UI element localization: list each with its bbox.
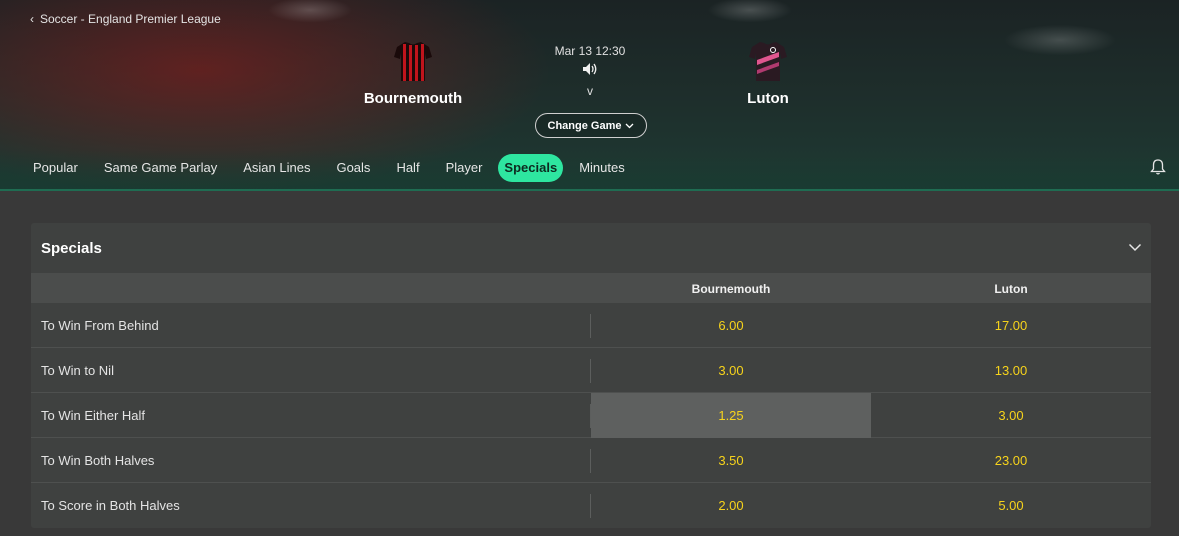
tab-same-game-parlay[interactable]: Same Game Parlay	[91, 154, 230, 182]
odds-button-away[interactable]: 3.00	[871, 393, 1151, 438]
market-row: To Win to Nil 3.00 13.00	[31, 348, 1151, 393]
away-team-name: Luton	[747, 90, 789, 107]
tab-minutes[interactable]: Minutes	[566, 154, 638, 182]
market-label: To Score in Both Halves	[41, 498, 180, 513]
tab-player[interactable]: Player	[433, 154, 496, 182]
tab-specials[interactable]: Specials	[498, 154, 564, 182]
breadcrumb-label: Soccer - England Premier League	[40, 12, 221, 26]
market-label: To Win Both Halves	[41, 453, 155, 468]
change-game-button[interactable]: Change Game	[535, 113, 647, 138]
odds-button-home[interactable]: 3.50	[591, 438, 871, 483]
market-row: To Win Both Halves 3.50 23.00	[31, 438, 1151, 483]
chevron-down-icon	[626, 123, 634, 128]
away-jersey-icon	[749, 42, 787, 81]
specials-title: Specials	[41, 240, 102, 257]
market-row: To Win From Behind 6.00 17.00	[31, 303, 1151, 348]
home-team-name: Bournemouth	[363, 90, 463, 107]
away-team: Luton	[678, 40, 858, 107]
breadcrumb[interactable]: ‹ Soccer - England Premier League	[30, 12, 221, 26]
odds-button-away[interactable]: 17.00	[871, 303, 1151, 348]
tab-asian-lines[interactable]: Asian Lines	[230, 154, 323, 182]
tab-half[interactable]: Half	[383, 154, 432, 182]
column-header-away: Luton	[994, 282, 1028, 296]
specials-panel-header[interactable]: Specials	[31, 223, 1151, 273]
market-label: To Win From Behind	[41, 318, 159, 333]
odds-button-away[interactable]: 5.00	[871, 483, 1151, 528]
match-time: Mar 13 12:30	[554, 44, 626, 58]
tab-popular[interactable]: Popular	[20, 154, 91, 182]
odds-button-home[interactable]: 2.00	[591, 483, 871, 528]
home-team: Bournemouth	[323, 40, 503, 107]
speaker-icon[interactable]	[582, 62, 598, 76]
odds-button-away[interactable]: 23.00	[871, 438, 1151, 483]
versus-label: v	[587, 84, 593, 98]
odds-button-home[interactable]: 1.25	[591, 393, 871, 438]
market-tabs: Popular Same Game Parlay Asian Lines Goa…	[20, 154, 638, 182]
change-game-label: Change Game	[547, 119, 622, 132]
chevron-left-icon: ‹	[30, 12, 34, 26]
bell-icon[interactable]	[1149, 158, 1167, 176]
collapse-chevron-icon[interactable]	[1128, 240, 1142, 254]
header-divider	[0, 189, 1179, 191]
column-header-home: Bournemouth	[691, 282, 771, 296]
match-info: Mar 13 12:30 v	[520, 44, 660, 98]
tab-goals[interactable]: Goals	[323, 154, 383, 182]
column-header: Bournemouth Luton	[31, 273, 1151, 303]
market-row: To Score in Both Halves 2.00 5.00	[31, 483, 1151, 528]
market-label: To Win to Nil	[41, 363, 114, 378]
market-row: To Win Either Half 1.25 3.00	[31, 393, 1151, 438]
odds-button-away[interactable]: 13.00	[871, 348, 1151, 393]
specials-panel: Specials Bournemouth Luton To Win From B…	[31, 223, 1151, 528]
home-jersey-icon	[394, 42, 432, 81]
odds-button-home[interactable]: 6.00	[591, 303, 871, 348]
odds-button-home[interactable]: 3.00	[591, 348, 871, 393]
market-label: To Win Either Half	[41, 408, 146, 423]
